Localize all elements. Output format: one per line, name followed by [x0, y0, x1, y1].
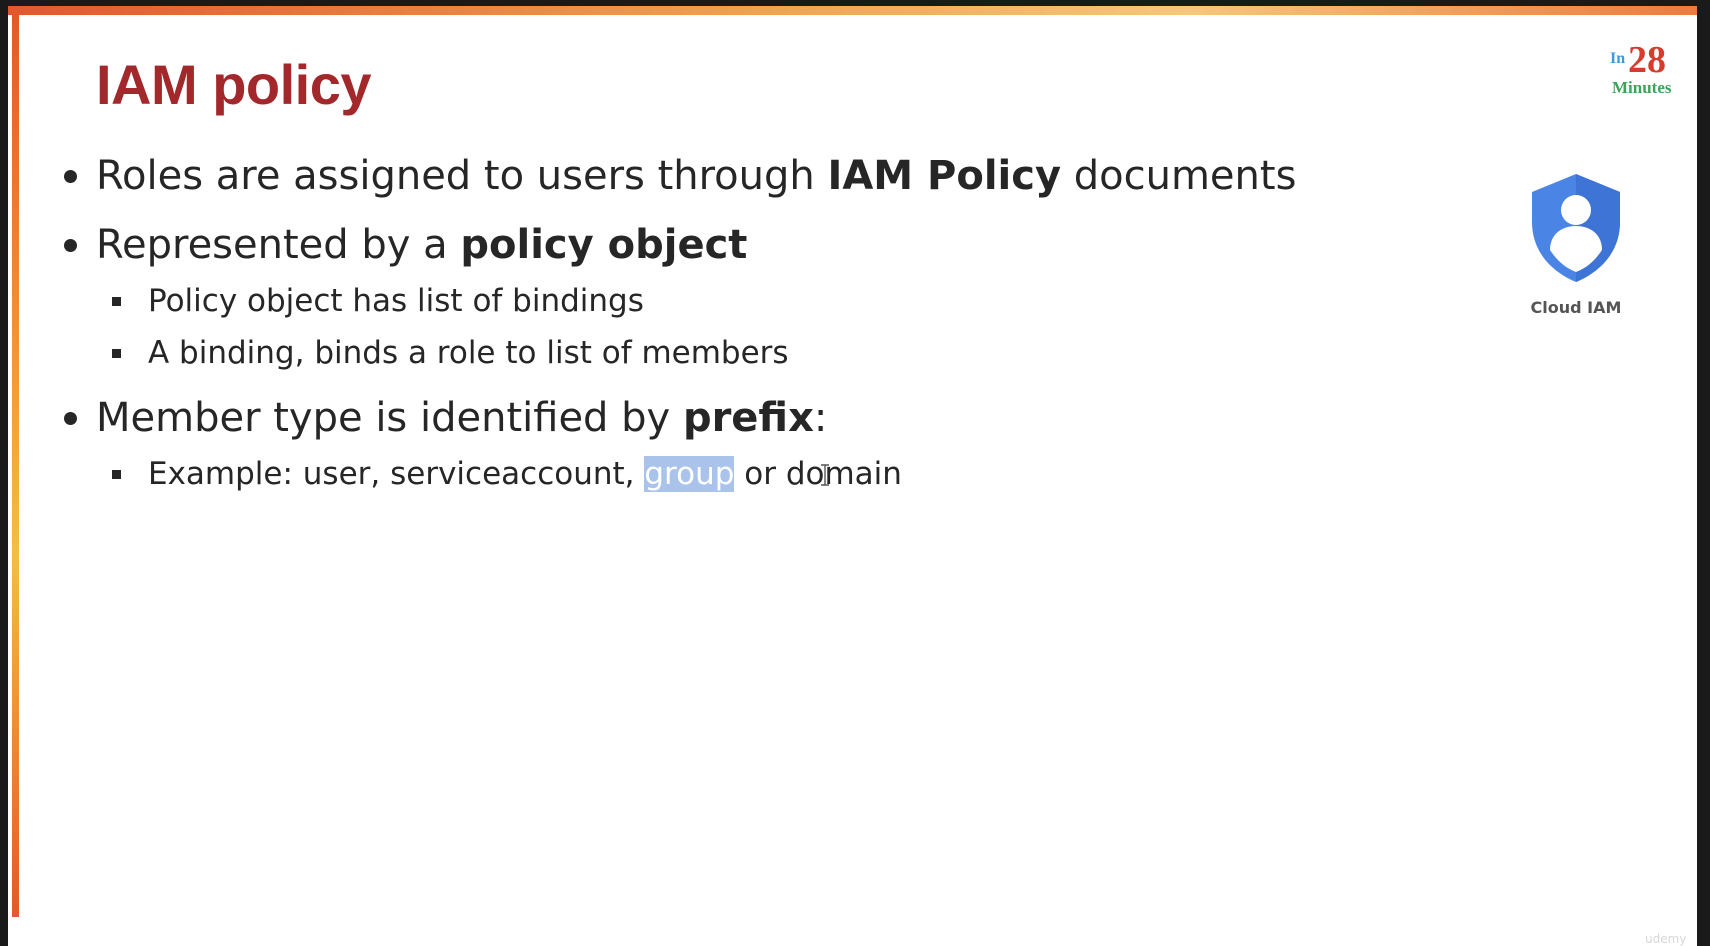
sub-bullet-list: Policy object has list of bindings A bin… — [96, 281, 1460, 373]
bullet-list: Roles are assigned to users through IAM … — [60, 152, 1460, 515]
left-accent-border — [12, 12, 19, 917]
bold-term: prefix — [682, 395, 814, 441]
sub-bullet-square — [112, 349, 121, 358]
top-accent-border — [8, 6, 1697, 15]
bullet-dot — [64, 239, 77, 252]
logo-in-text: In — [1610, 50, 1626, 67]
bullet-item: Member type is identified by prefix: Exa… — [60, 394, 1460, 494]
in28minutes-logo: In 28 Minutes — [1602, 38, 1686, 98]
logo-minutes-text: Minutes — [1612, 78, 1672, 97]
cloud-iam-badge: Cloud IAM — [1516, 172, 1636, 317]
bullet-item: Represented by a policy object Policy ob… — [60, 221, 1460, 373]
slide: IAM policy In 28 Minutes Cloud IAM Roles… — [8, 6, 1697, 946]
slide-title: IAM policy — [96, 53, 372, 116]
sub-bullet-item: Policy object has list of bindings — [96, 281, 1460, 321]
bold-term: IAM Policy — [827, 153, 1062, 199]
sub-bullet-list: Example: user, serviceaccount, group or … — [96, 454, 1460, 494]
cloud-iam-shield-icon — [1532, 174, 1620, 282]
bullet-dot — [64, 170, 77, 183]
sub-bullet-item: Example: user, serviceaccount, group or … — [96, 454, 1460, 494]
bullet-item: Roles are assigned to users through IAM … — [60, 152, 1460, 200]
bullet-dot — [64, 412, 77, 425]
sub-bullet-item: A binding, binds a role to list of membe… — [96, 333, 1460, 373]
sub-bullet-square — [112, 297, 121, 306]
text-cursor-icon — [821, 464, 829, 486]
udemy-watermark: udemy — [1645, 932, 1687, 946]
bold-term: policy object — [460, 222, 748, 268]
sub-bullet-square — [112, 470, 121, 479]
text-selection-highlight[interactable]: group — [644, 456, 735, 492]
cloud-iam-label: Cloud IAM — [1530, 298, 1622, 317]
logo-number-text: 28 — [1628, 39, 1666, 81]
